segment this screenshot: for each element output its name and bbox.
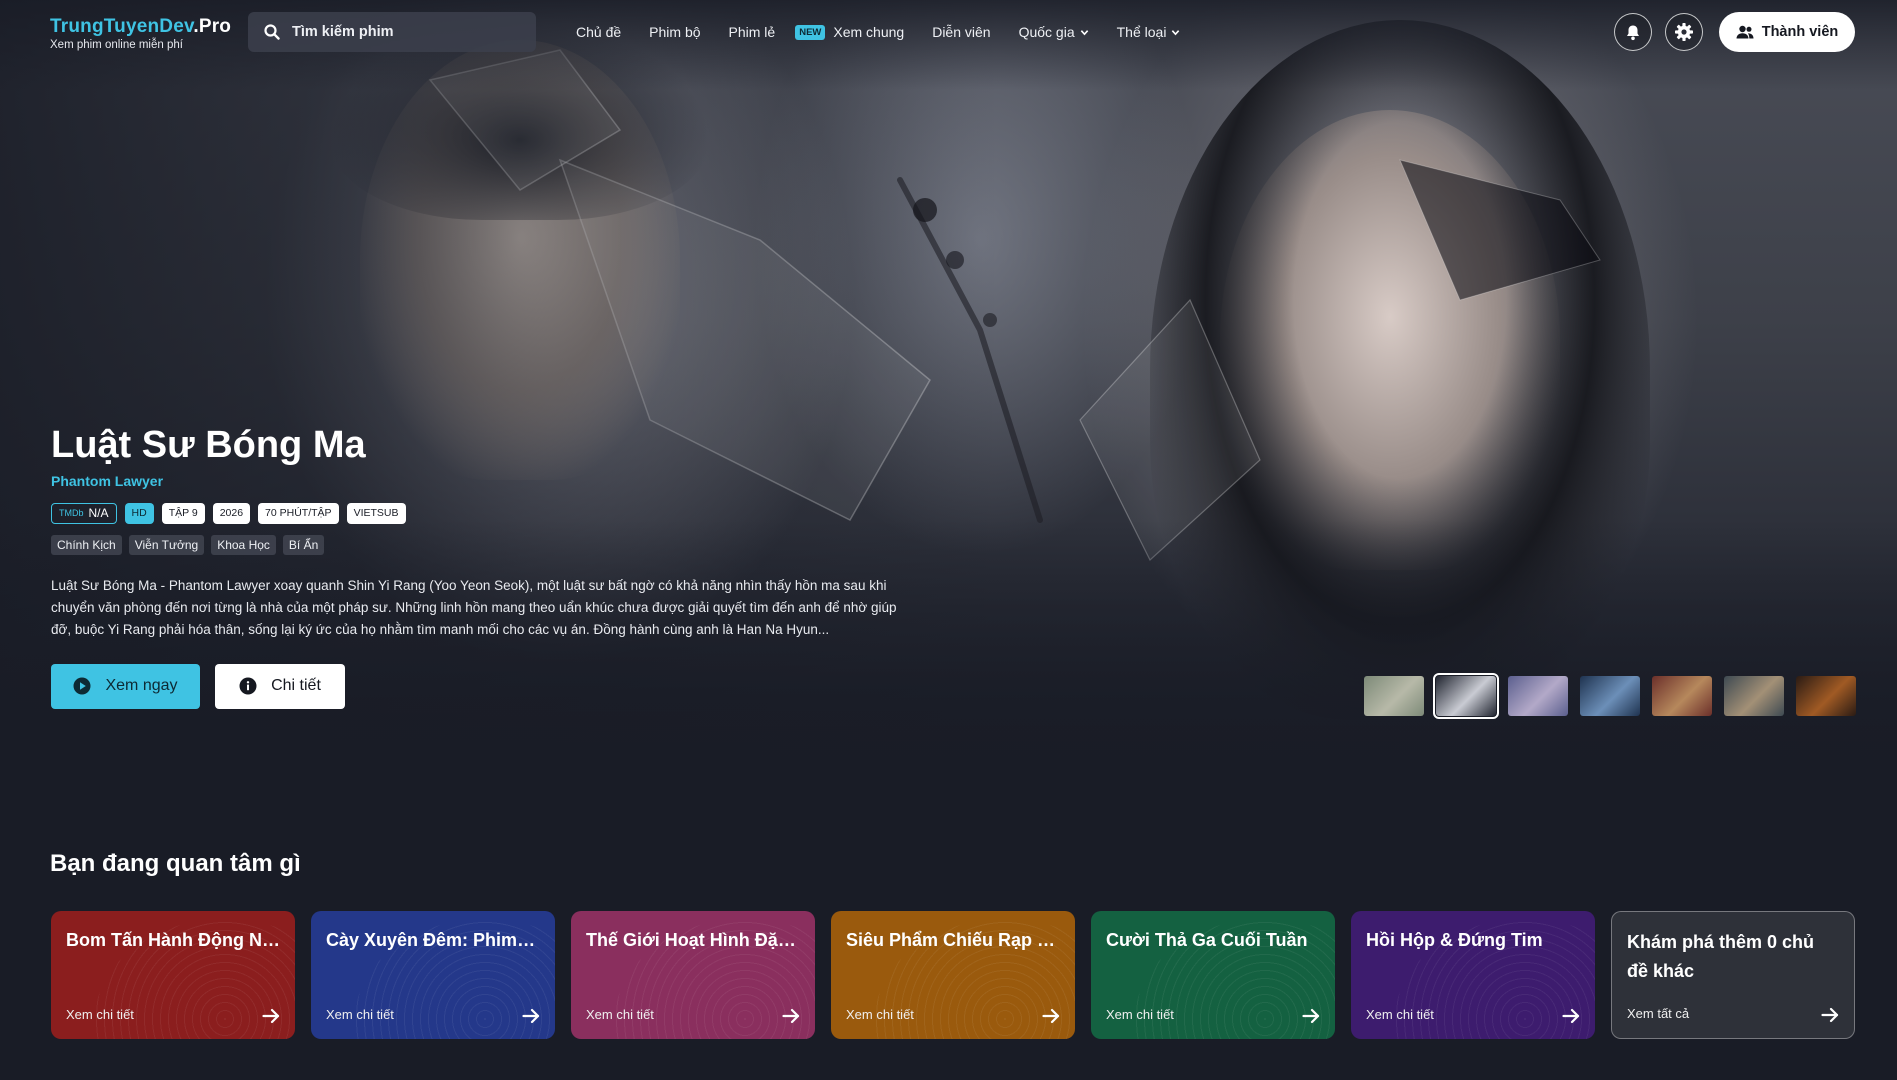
chevron-down-icon	[1080, 29, 1088, 35]
logo-title: TrungTuyenDev.Pro	[50, 16, 231, 38]
nav-actors-label: Diễn viên	[932, 24, 991, 40]
topic-card[interactable]: Cười Thả Ga Cuối Tuần Xem chi tiết	[1091, 911, 1335, 1039]
topic-card-link: Xem chi tiết	[1106, 1007, 1174, 1022]
users-icon	[1736, 25, 1754, 39]
hero-thumbnail[interactable]	[1796, 676, 1856, 716]
topic-card-title: Hồi Hộp & Đứng Tim	[1366, 930, 1543, 950]
arrow-right-icon	[1821, 1007, 1839, 1023]
topic-card-title: Siêu Phẩm Chiếu Rạp Mới Nhất	[846, 930, 1060, 950]
detail-label: Chi tiết	[271, 677, 321, 695]
search-input[interactable]	[292, 24, 522, 40]
hero-thumbnail[interactable]	[1508, 676, 1568, 716]
hero-thumbnail[interactable]	[1724, 676, 1784, 716]
settings-button[interactable]	[1665, 13, 1703, 51]
topics-section-title: Bạn đang quan tâm gì	[50, 850, 301, 877]
logo-main-text: TrungTuyenDev	[50, 16, 194, 37]
nav-movies-label: Phim lẻ	[728, 24, 776, 40]
episode-badge: TẬP 9	[161, 502, 205, 524]
nav-movies[interactable]: Phim lẻ	[729, 24, 776, 40]
genre-list: Chính Kịch Viễn Tưởng Khoa Học Bí Ẩn	[51, 534, 931, 555]
nav-genre-dropdown[interactable]: Thể loại	[1117, 24, 1181, 40]
gear-icon	[1675, 23, 1693, 41]
arrow-right-icon	[1042, 1008, 1060, 1024]
nav-series[interactable]: Phim bộ	[649, 24, 700, 40]
year-badge: 2026	[212, 502, 251, 524]
nav-watch-together-label: Xem chung	[833, 24, 905, 40]
hero-thumbnail[interactable]	[1364, 676, 1424, 716]
nav-country-dropdown[interactable]: Quốc gia	[1019, 24, 1089, 40]
tmdb-label: TMDb	[59, 508, 84, 519]
arrow-right-icon	[1562, 1008, 1580, 1024]
top-header: TrungTuyenDev.Pro Xem phim online miễn p…	[0, 0, 1897, 64]
nav-actors[interactable]: Diễn viên	[932, 24, 990, 40]
topic-card-title: Cày Xuyên Đêm: Phim Bộ Gây Nghiện	[326, 930, 540, 950]
arrow-right-icon	[522, 1008, 540, 1024]
topic-card[interactable]: Thế Giới Hoạt Hình Đặc Sắc Xem chi tiết	[571, 911, 815, 1039]
topic-card-link: Xem chi tiết	[326, 1007, 394, 1022]
notification-button[interactable]	[1614, 13, 1652, 51]
logo-tagline: Xem phim online miễn phí	[50, 39, 183, 51]
genre-tag[interactable]: Bí Ẩn	[282, 534, 325, 555]
member-button-label: Thành viên	[1761, 24, 1839, 40]
chevron-down-icon	[1172, 29, 1180, 35]
topic-card-link: Xem chi tiết	[1366, 1007, 1434, 1022]
topic-cards: Bom Tấn Hành Động Nghẹt Thở Xem chi tiết…	[51, 911, 1855, 1039]
bell-icon	[1627, 25, 1639, 40]
topic-card-title: Bom Tấn Hành Động Nghẹt Thở	[66, 930, 280, 950]
explore-more-card[interactable]: Khám phá thêm 0 chủ đề khác Xem tất cả	[1611, 911, 1855, 1039]
hero-info: Luật Sư Bóng Ma Phantom Lawyer TMDb N/A …	[51, 424, 931, 709]
arrow-right-icon	[262, 1008, 280, 1024]
topic-card[interactable]: Hồi Hộp & Đứng Tim Xem chi tiết	[1351, 911, 1595, 1039]
view-all-link: Xem tất cả	[1627, 1006, 1690, 1021]
topic-card[interactable]: Cày Xuyên Đêm: Phim Bộ Gây Nghiện Xem ch…	[311, 911, 555, 1039]
play-circle-icon	[73, 677, 91, 695]
info-icon	[239, 677, 257, 695]
search-box[interactable]	[248, 12, 536, 52]
topic-card-link: Xem chi tiết	[846, 1007, 914, 1022]
nav-country-label: Quốc gia	[1018, 24, 1075, 40]
explore-more-title: Khám phá thêm 0 chủ đề khác	[1627, 932, 1815, 981]
new-badge: NEW	[795, 24, 826, 40]
arrow-right-icon	[1302, 1008, 1320, 1024]
hero-thumbnail[interactable]	[1580, 676, 1640, 716]
hero-thumbnail[interactable]	[1433, 673, 1499, 719]
movie-tags: TMDb N/A HD TẬP 9 2026 70 PHÚT/TẬP VIETS…	[51, 502, 931, 524]
arrow-right-icon	[782, 1008, 800, 1024]
topic-card[interactable]: Siêu Phẩm Chiếu Rạp Mới Nhất Xem chi tiế…	[831, 911, 1075, 1039]
nav-genre-label: Thể loại	[1116, 24, 1167, 40]
member-login-button[interactable]: Thành viên	[1719, 12, 1855, 52]
watch-now-button[interactable]: Xem ngay	[51, 663, 200, 709]
movie-description: Luật Sư Bóng Ma - Phantom Lawyer xoay qu…	[51, 577, 897, 637]
genre-tag[interactable]: Viễn Tưởng	[128, 534, 205, 555]
duration-badge: 70 PHÚT/TẬP	[258, 502, 339, 524]
hero-actions: Xem ngay Chi tiết	[51, 663, 931, 709]
language-badge: VIETSUB	[346, 502, 406, 524]
topic-card[interactable]: Bom Tấn Hành Động Nghẹt Thở Xem chi tiết	[51, 911, 295, 1039]
genre-tag[interactable]: Khoa Học	[211, 534, 276, 555]
logo-suffix-text: .Pro	[193, 16, 232, 37]
topic-card-title: Cười Thả Ga Cuối Tuần	[1106, 930, 1308, 950]
watch-now-label: Xem ngay	[105, 677, 178, 695]
search-icon	[264, 24, 280, 40]
detail-button[interactable]: Chi tiết	[215, 663, 345, 709]
genre-tag[interactable]: Chính Kịch	[51, 534, 122, 555]
site-logo[interactable]: TrungTuyenDev.Pro Xem phim online miễn p…	[50, 16, 231, 51]
hero-thumbnail[interactable]	[1652, 676, 1712, 716]
nav-topics[interactable]: Chủ đề	[576, 24, 621, 40]
topic-card-link: Xem chi tiết	[586, 1007, 654, 1022]
tmdb-value: N/A	[88, 506, 109, 521]
nav-series-label: Phim bộ	[649, 24, 701, 40]
topic-card-title: Thế Giới Hoạt Hình Đặc Sắc	[586, 930, 800, 950]
nav-watch-together[interactable]: NEW Xem chung	[795, 24, 904, 40]
main-nav: Chủ đề Phim bộ Phim lẻ NEW Xem chung Diễn…	[576, 0, 1208, 64]
nav-topics-label: Chủ đề	[576, 24, 622, 40]
quality-badge: HD	[124, 502, 154, 524]
movie-title: Luật Sư Bóng Ma	[51, 424, 366, 466]
tmdb-rating-badge: TMDb N/A	[51, 502, 117, 524]
topic-card-link: Xem chi tiết	[66, 1007, 134, 1022]
movie-original-title: Phantom Lawyer	[51, 472, 164, 489]
hero-thumbnail-strip	[1364, 673, 1856, 719]
